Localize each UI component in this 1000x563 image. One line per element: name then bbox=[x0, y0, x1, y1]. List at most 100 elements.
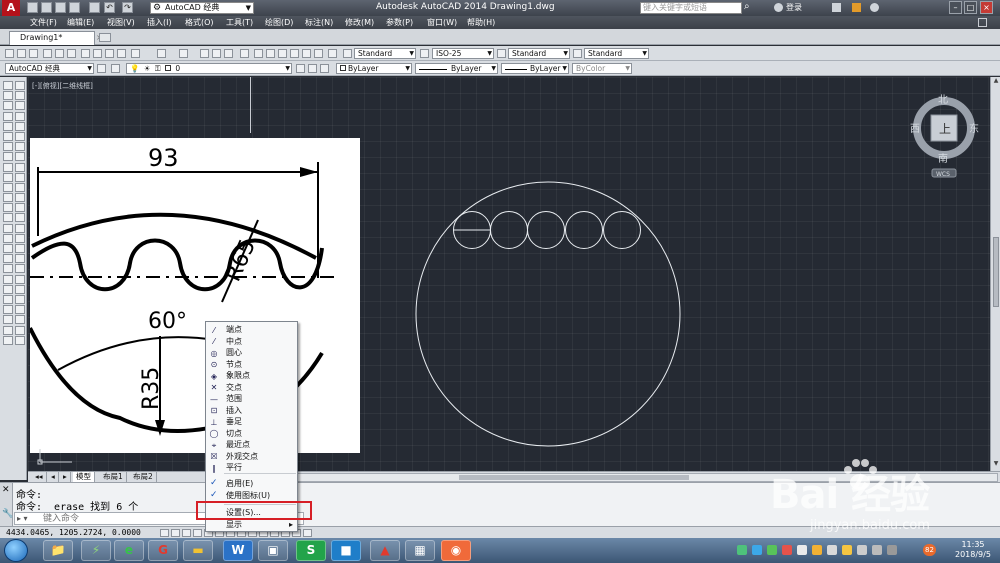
workspace-settings-icon[interactable] bbox=[97, 64, 106, 73]
search-input[interactable]: 键入关键字或短语 bbox=[640, 2, 742, 14]
tool-icon[interactable] bbox=[15, 91, 25, 101]
redo-icon[interactable] bbox=[179, 49, 188, 58]
zoom-previous-icon[interactable] bbox=[240, 49, 249, 58]
tray-ime-icon[interactable] bbox=[797, 545, 807, 555]
tool-icon[interactable] bbox=[15, 233, 25, 243]
menu-item-osnap[interactable]: ⊙ 节点 bbox=[206, 359, 297, 370]
save-as-icon[interactable] bbox=[69, 2, 80, 13]
menu-item-osnap[interactable]: ◈ 象限点 bbox=[206, 370, 297, 381]
ie-task-icon[interactable]: e bbox=[114, 540, 144, 561]
window-task-icon[interactable]: ▣ bbox=[258, 540, 288, 561]
menu-dimension[interactable]: 标注(N) bbox=[305, 17, 333, 28]
tool-icon[interactable] bbox=[3, 264, 13, 274]
menu-format[interactable]: 格式(O) bbox=[185, 17, 214, 28]
color-dropdown[interactable]: ByLayer ▼ bbox=[336, 63, 412, 74]
menu-edit[interactable]: 编辑(E) bbox=[67, 17, 94, 28]
tool-icon[interactable] bbox=[15, 162, 25, 172]
multileader-style-dropdown[interactable]: Standard ▼ bbox=[584, 48, 649, 59]
tool-icon[interactable] bbox=[15, 325, 25, 335]
status-toggle-icon[interactable] bbox=[193, 529, 202, 537]
tool-icon[interactable] bbox=[3, 294, 13, 304]
menu-item-osnap[interactable]: ☒ 外观交点 bbox=[206, 451, 297, 462]
menu-item-osnap[interactable]: ⌖ 最近点 bbox=[206, 439, 297, 450]
tool-icon[interactable] bbox=[3, 315, 13, 325]
small-circle-3[interactable] bbox=[527, 211, 565, 249]
make-current-layer-icon[interactable] bbox=[296, 64, 305, 73]
tray-usb-icon[interactable] bbox=[827, 545, 837, 555]
tool-icon[interactable] bbox=[3, 131, 13, 141]
tool-icon[interactable] bbox=[3, 254, 13, 264]
exchange-icon[interactable] bbox=[832, 3, 841, 12]
compass-south[interactable]: 南 bbox=[938, 152, 948, 165]
tool-icon[interactable] bbox=[15, 182, 25, 192]
menu-draw[interactable]: 绘图(D) bbox=[265, 17, 293, 28]
app-task-icon[interactable]: ■ bbox=[331, 540, 361, 561]
undo-icon[interactable] bbox=[157, 49, 166, 58]
layer-previous-icon[interactable] bbox=[308, 64, 317, 73]
tool-icon[interactable] bbox=[3, 162, 13, 172]
menu-help[interactable]: 帮助(H) bbox=[467, 17, 495, 28]
viewcube[interactable]: 上 北 南 东 西 WCS bbox=[910, 85, 980, 185]
tool-icon[interactable] bbox=[15, 213, 25, 223]
cut-icon[interactable] bbox=[81, 49, 90, 58]
wps-writer-task-icon[interactable]: W bbox=[223, 540, 253, 561]
tool-icon[interactable] bbox=[15, 264, 25, 274]
wrench-icon[interactable]: 🔧 bbox=[2, 509, 13, 519]
close-button[interactable]: × bbox=[980, 1, 993, 14]
tool-icon[interactable] bbox=[15, 193, 25, 203]
redo-icon[interactable]: ↷ bbox=[122, 2, 133, 13]
tray-flag-icon[interactable] bbox=[872, 545, 882, 555]
tool-icon[interactable] bbox=[15, 131, 25, 141]
login-link[interactable]: 登录 bbox=[786, 2, 802, 13]
wps-sheet-task-icon[interactable]: S bbox=[296, 540, 326, 561]
tool-icon[interactable] bbox=[15, 294, 25, 304]
menu-parametric[interactable]: 参数(P) bbox=[386, 17, 413, 28]
status-toggle-icon[interactable] bbox=[182, 529, 191, 537]
status-toggle-icon[interactable] bbox=[160, 529, 169, 537]
tool-icon[interactable] bbox=[15, 152, 25, 162]
text-style-icon[interactable] bbox=[343, 49, 352, 58]
menu-item-osnap[interactable]: — 范围 bbox=[206, 393, 297, 404]
menu-item-enable[interactable]: ✓ 启用(E) bbox=[206, 478, 297, 489]
scroll-thumb[interactable] bbox=[993, 237, 999, 307]
menu-item-osnap[interactable]: ⊥ 垂足 bbox=[206, 416, 297, 427]
start-button[interactable] bbox=[4, 539, 28, 562]
sheet-set-icon[interactable] bbox=[290, 49, 299, 58]
tool-icon[interactable] bbox=[15, 111, 25, 121]
folder-task-icon[interactable]: ▬ bbox=[183, 540, 213, 561]
save-icon[interactable] bbox=[29, 49, 38, 58]
tray-badge[interactable]: 82 bbox=[923, 544, 936, 556]
binoculars-icon[interactable]: ⌕ bbox=[744, 1, 756, 14]
open-icon[interactable] bbox=[17, 49, 26, 58]
menu-tools[interactable]: 工具(T) bbox=[226, 17, 253, 28]
autodesk-360-icon[interactable] bbox=[852, 3, 861, 12]
layer-match-icon[interactable] bbox=[320, 64, 329, 73]
table-style-dropdown[interactable]: Standard ▼ bbox=[508, 48, 570, 59]
plot-icon[interactable] bbox=[43, 49, 52, 58]
layer-manager-icon[interactable] bbox=[111, 64, 120, 73]
menu-item-osnap[interactable]: ⁄ 端点 bbox=[206, 324, 297, 335]
pan-icon[interactable] bbox=[200, 49, 209, 58]
compass-east[interactable]: 东 bbox=[969, 122, 979, 135]
browser-task-icon[interactable]: G bbox=[148, 540, 178, 561]
tool-icon[interactable] bbox=[15, 305, 25, 315]
menu-item-osnap[interactable]: ⊡ 插入 bbox=[206, 405, 297, 416]
tool-icon[interactable] bbox=[15, 101, 25, 111]
tray-security-icon[interactable] bbox=[782, 545, 792, 555]
explorer-task-icon[interactable]: 📁 bbox=[43, 540, 73, 561]
plot-style-dropdown[interactable]: ByColor ▼ bbox=[572, 63, 632, 74]
command-window-handle[interactable]: ✕ 🔧 bbox=[0, 483, 13, 527]
tool-icon[interactable] bbox=[3, 182, 13, 192]
layer-dropdown[interactable]: 💡 ☀ ⚿ 0 ▼ bbox=[126, 63, 292, 74]
status-toggle-icon[interactable] bbox=[171, 529, 180, 537]
menu-item-osnap[interactable]: ∥ 平行 bbox=[206, 462, 297, 473]
tool-icon[interactable] bbox=[15, 244, 25, 253]
menu-insert[interactable]: 插入(I) bbox=[147, 17, 172, 28]
preview-icon[interactable] bbox=[55, 49, 64, 58]
tool-icon[interactable] bbox=[15, 172, 25, 182]
tool-icon[interactable] bbox=[3, 152, 13, 162]
tray-network-icon[interactable] bbox=[737, 545, 747, 555]
tool-icon[interactable] bbox=[3, 121, 13, 131]
menu-item-osnap[interactable]: ◎ 圆心 bbox=[206, 347, 297, 358]
tool-icon[interactable] bbox=[15, 254, 25, 264]
